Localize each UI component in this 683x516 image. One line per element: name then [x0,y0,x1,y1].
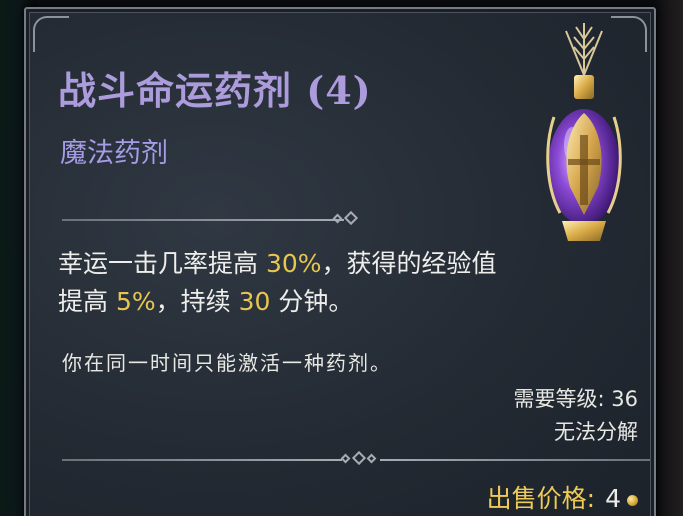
divider-bottom [62,450,652,467]
description-text: ，持续 [155,287,239,316]
item-name: 战斗命运药剂 (4) [58,68,372,113]
divider-top [62,210,362,227]
item-type: 魔法药剂 [60,138,168,169]
xp-bonus-value: 5% [115,287,156,316]
salvage-status: 无法分解 [554,420,638,444]
duration-value: 30 [238,287,271,316]
frame-corner-top-left [33,16,69,52]
sell-price-value: 4 [605,484,621,513]
item-description-line-1: 幸运一击几率提高 30%，获得的经验值 [58,245,658,283]
gold-coin-icon [627,494,638,506]
game-screen: 战斗命运药剂 (4) 魔法药剂 幸运一击几率提高 30%，获得的经验值 提高 5… [0,0,683,516]
required-level: 需要等级: 36 [513,387,638,411]
potion-limit-note: 你在同一时间只能激活一种药剂。 [62,351,392,375]
sell-price-row: 出售价格: 4 [487,483,638,515]
item-tooltip: 战斗命运药剂 (4) 魔法药剂 幸运一击几率提高 30%，获得的经验值 提高 5… [24,7,656,516]
description-text: ，获得的经验值 [321,249,497,278]
item-description-line-2: 提高 5%，持续 30 分钟。 [58,283,658,321]
luck-chance-value: 30% [265,249,322,278]
description-text: 提高 [58,287,116,316]
sell-price-label: 出售价格: [486,484,596,513]
description-text: 分钟。 [270,287,354,316]
potion-icon [546,23,622,241]
description-text: 幸运一击几率提高 [58,249,266,278]
